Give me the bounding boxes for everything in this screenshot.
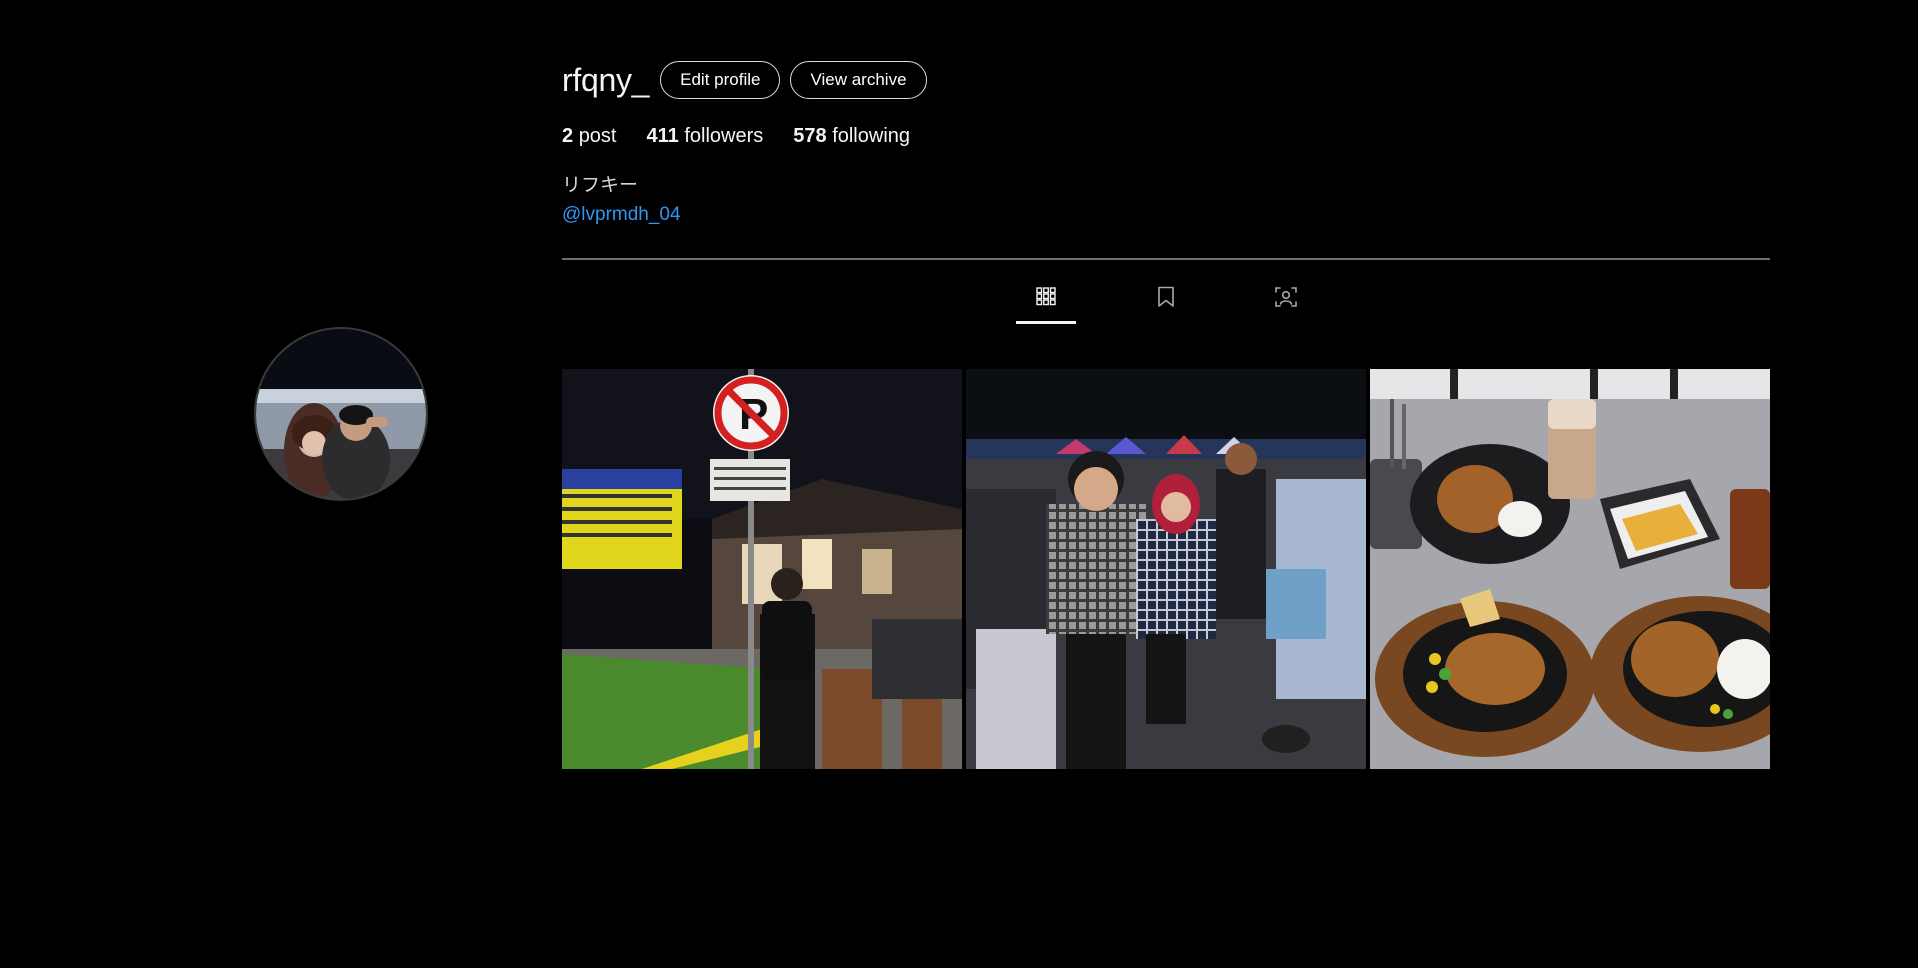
- grid-icon: [1036, 287, 1056, 306]
- post-photo-food: [1370, 369, 1770, 769]
- post-tile[interactable]: [966, 369, 1366, 769]
- avatar[interactable]: [254, 327, 428, 501]
- profile-header: rfqny_ Edit profile View archive: [562, 58, 937, 102]
- edit-profile-button[interactable]: Edit profile: [660, 61, 781, 99]
- post-tile[interactable]: [1370, 369, 1770, 769]
- following-count: 578: [793, 125, 827, 147]
- tab-tagged[interactable]: [1256, 282, 1316, 324]
- followers-label: followers: [684, 125, 764, 147]
- bio-name: リフキー: [562, 175, 639, 196]
- bio-mention-link[interactable]: @lvprmdh_04: [562, 201, 681, 229]
- post-photo-festival: [966, 369, 1366, 769]
- posts-count: 2: [562, 125, 574, 147]
- profile-tabs: [1016, 282, 1306, 324]
- tagged-person-icon: [1275, 287, 1297, 307]
- view-archive-button[interactable]: View archive: [790, 61, 927, 99]
- posts-label: post: [578, 125, 617, 147]
- followers-count: 411: [646, 125, 679, 147]
- posts-stat: 2 post: [562, 122, 617, 150]
- tab-posts[interactable]: [1016, 282, 1076, 324]
- profile-page: rfqny_ Edit profile View archive 2 post …: [0, 0, 1918, 968]
- profile-divider: [562, 258, 1770, 260]
- posts-grid: P: [562, 369, 1770, 769]
- bookmark-icon: [1158, 286, 1174, 307]
- following-stat[interactable]: 578 following: [793, 122, 910, 150]
- post-photo-street: P: [562, 369, 962, 769]
- profile-stats: 2 post 411 followers 578 following: [562, 122, 940, 150]
- tab-saved[interactable]: [1136, 282, 1196, 324]
- followers-stat[interactable]: 411 followers: [647, 122, 764, 150]
- username: rfqny_: [562, 62, 650, 98]
- avatar-photo: [256, 329, 426, 499]
- following-label: following: [832, 125, 911, 147]
- post-tile[interactable]: P: [562, 369, 962, 769]
